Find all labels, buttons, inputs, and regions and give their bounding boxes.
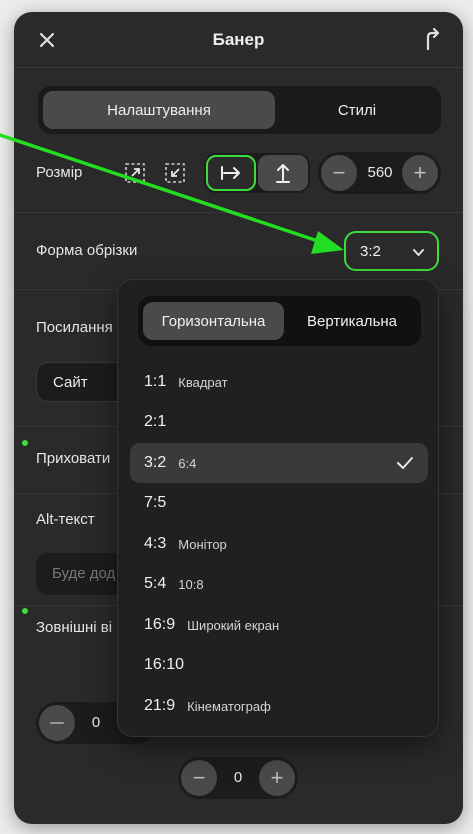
ratio-option[interactable]: 2:1 — [130, 402, 428, 442]
height-direction-button[interactable] — [258, 155, 308, 191]
size-value[interactable]: 560 — [360, 164, 400, 181]
size-increment-button[interactable]: + — [402, 155, 438, 191]
crop-ratio-select[interactable]: 3:2 — [344, 231, 439, 271]
ratio-option[interactable]: 5:4 10:8 — [130, 564, 428, 604]
ratio-option[interactable]: 7:5 — [130, 483, 428, 523]
tab-settings[interactable]: Налаштування — [43, 91, 275, 129]
margin-bottom-value[interactable]: 0 — [222, 769, 254, 786]
arrow-up-bar-icon — [276, 164, 290, 183]
ratio-value: 4:3 — [144, 535, 167, 552]
ratio-value: 16:9 — [144, 616, 176, 633]
crop-label: Форма обрізки — [36, 242, 138, 259]
margins-label: Зовнішні ві — [36, 619, 113, 636]
shrink-icon[interactable] — [164, 162, 186, 184]
ratio-option[interactable]: 1:1 Квадрат — [130, 362, 428, 402]
link-type-select[interactable]: Сайт — [36, 362, 128, 402]
ratio-description: Квадрат — [178, 374, 228, 390]
ratio-option[interactable]: 4:3 Монітор — [130, 524, 428, 564]
crop-ratio-dropdown: Горизонтальна Вертикальна 1:1 Квадрат 2:… — [117, 279, 439, 737]
margin-left-decrement-button[interactable] — [39, 705, 75, 741]
checkmark-icon — [397, 457, 413, 469]
ratio-description: 10:8 — [178, 576, 204, 592]
ratio-description: 6:4 — [178, 455, 197, 471]
tab-styles[interactable]: Стилі — [278, 91, 436, 129]
ratio-value: 3:2 — [144, 454, 167, 471]
ratio-option[interactable]: 16:9 Широкий екран — [130, 605, 428, 645]
ratio-description: Монітор — [178, 536, 227, 552]
size-decrement-button[interactable]: − — [321, 155, 357, 191]
ratio-value: 16:10 — [144, 656, 185, 673]
minus-icon — [50, 722, 64, 724]
size-label: Розмір — [36, 164, 83, 181]
margin-bottom-stepper: − 0 + — [178, 757, 298, 799]
panel-header: Банер — [14, 12, 463, 68]
modified-dot — [22, 440, 28, 446]
chevron-down-icon — [413, 249, 424, 256]
ratio-option[interactable]: 16:10 — [130, 645, 428, 685]
tab-horizontal[interactable]: Горизонтальна — [143, 302, 284, 340]
ratio-value: 1:1 — [144, 373, 167, 390]
margin-left-value[interactable]: 0 — [80, 714, 112, 731]
link-type-value: Сайт — [53, 374, 88, 391]
crop-ratio-value: 3:2 — [360, 243, 381, 260]
alt-text-label: Alt-текст — [36, 511, 95, 528]
ratio-value: 21:9 — [144, 697, 176, 714]
ratio-value: 7:5 — [144, 494, 167, 511]
ratio-option[interactable]: 21:9 Кінематограф — [130, 686, 428, 726]
ratio-value: 5:4 — [144, 575, 167, 592]
link-label: Посилання — [36, 319, 113, 336]
arrow-right-bar-icon — [221, 166, 240, 180]
modified-dot — [22, 608, 28, 614]
ratio-description: Широкий екран — [187, 617, 280, 633]
margin-bottom-increment-button[interactable]: + — [259, 760, 295, 796]
hide-label: Приховати — [36, 450, 111, 467]
ratio-option-selected[interactable]: 3:2 6:4 — [130, 443, 428, 483]
margin-bottom-decrement-button[interactable]: − — [181, 760, 217, 796]
settings-styles-tabs: Налаштування Стилі — [38, 86, 441, 134]
divider — [14, 212, 463, 213]
alt-text-placeholder: Буде дод — [52, 565, 116, 582]
share-icon[interactable] — [421, 28, 443, 52]
direction-toggle — [204, 153, 310, 193]
size-stepper: − 560 + — [318, 152, 441, 194]
tab-vertical[interactable]: Вертикальна — [286, 302, 418, 340]
orientation-tabs: Горизонтальна Вертикальна — [138, 296, 421, 346]
panel-title: Банер — [212, 30, 265, 49]
expand-icon[interactable] — [124, 162, 146, 184]
ratio-value: 2:1 — [144, 413, 167, 430]
width-direction-button[interactable] — [206, 155, 256, 191]
ratio-description: Кінематограф — [187, 698, 271, 714]
